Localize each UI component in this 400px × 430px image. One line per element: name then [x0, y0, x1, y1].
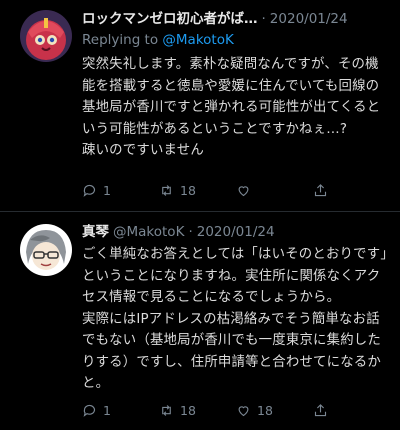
display-name[interactable]: 真琴	[82, 222, 109, 242]
replying-to-label: Replying to	[82, 32, 159, 48]
tweet-text: 突然失礼します。素朴な疑問なんですが、その機能を搭載すると徳島や愛媛に住んでいて…	[82, 57, 381, 158]
tweet-text: ごく単純なお答えとしては「はいそのとおりです」ということになりますね。実住所に関…	[82, 247, 388, 391]
retweet-button[interactable]: 18	[159, 183, 236, 198]
tweet[interactable]: ロックマンゼロ初心者がば… · 2020/01/24 Replying to @…	[0, 0, 400, 212]
tweet-header: 真琴 @MakotoK · 2020/01/24	[82, 222, 390, 242]
separator-dot: ·	[261, 11, 266, 27]
tweet[interactable]: 真琴 @MakotoK · 2020/01/24 ごく単純なお答えとしては「はい…	[0, 212, 400, 430]
heart-icon	[238, 186, 249, 197]
user-handle[interactable]: @MakotoK	[113, 222, 184, 242]
like-button[interactable]	[236, 183, 313, 198]
reply-button[interactable]: 1	[82, 183, 159, 198]
tweet-header: ロックマンゼロ初心者がば… · 2020/01/24	[82, 9, 390, 29]
separator-dot: ·	[188, 224, 193, 240]
reply-count: 1	[103, 403, 111, 418]
tweet-actions: 1 18	[82, 183, 390, 198]
avatar[interactable]	[20, 10, 72, 62]
tweet-actions: 1 18 18	[82, 403, 390, 418]
share-icon	[314, 184, 327, 197]
display-name[interactable]: ロックマンゼロ初心者がば…	[82, 9, 258, 29]
heart-icon	[238, 406, 249, 417]
reply-icon	[83, 404, 96, 417]
retweet-button[interactable]: 18	[159, 403, 236, 418]
retweet-icon	[162, 405, 171, 416]
reply-button[interactable]: 1	[82, 403, 159, 418]
replying-to-handle[interactable]: @MakotoK	[162, 32, 233, 48]
avatar[interactable]	[20, 224, 72, 276]
replying-to: Replying to @MakotoK	[82, 30, 390, 50]
share-button[interactable]	[313, 183, 390, 198]
retweet-count: 18	[180, 183, 196, 198]
like-count: 18	[257, 403, 273, 418]
share-button[interactable]	[313, 403, 390, 418]
reply-icon	[83, 184, 96, 197]
tweet-date[interactable]: 2020/01/24	[197, 222, 275, 242]
share-icon	[314, 404, 327, 417]
retweet-count: 18	[180, 403, 196, 418]
like-button[interactable]: 18	[236, 403, 313, 418]
reply-count: 1	[103, 183, 111, 198]
tweet-date[interactable]: 2020/01/24	[270, 9, 348, 29]
retweet-icon	[162, 185, 171, 196]
